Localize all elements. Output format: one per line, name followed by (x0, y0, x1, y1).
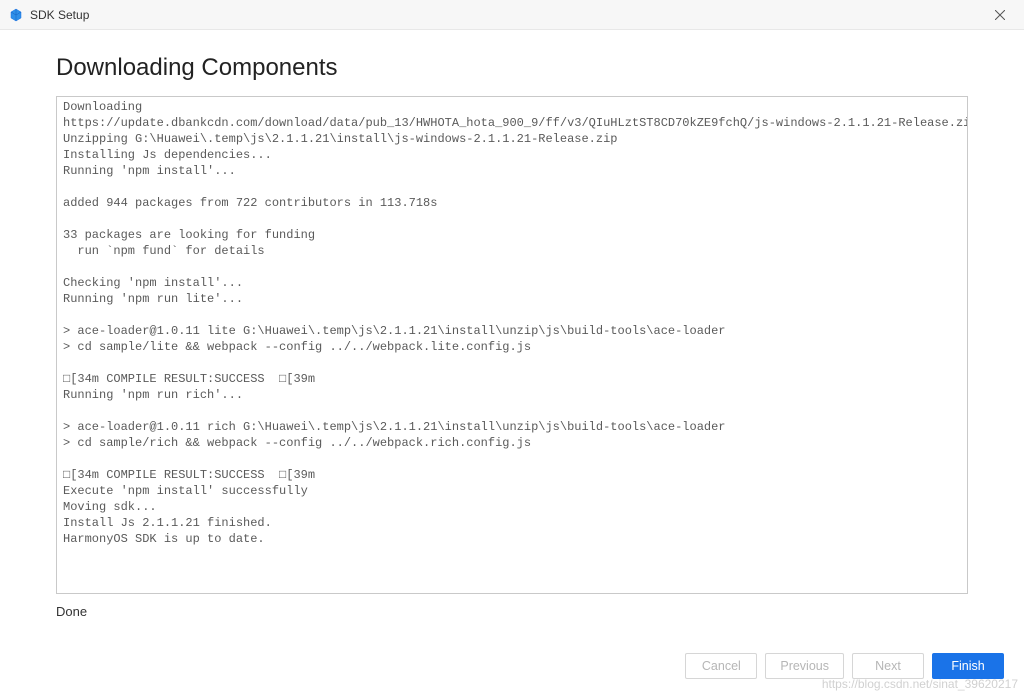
window-title: SDK Setup (30, 8, 984, 22)
cancel-button: Cancel (685, 653, 757, 679)
previous-button: Previous (765, 653, 844, 679)
content-area: Downloading Components Downloading https… (0, 30, 1024, 594)
app-icon (8, 7, 24, 23)
close-icon[interactable] (984, 1, 1016, 29)
watermark: https://blog.csdn.net/sinat_39620217 (822, 677, 1018, 691)
finish-button[interactable]: Finish (932, 653, 1004, 679)
next-button: Next (852, 653, 924, 679)
log-output[interactable]: Downloading https://update.dbankcdn.com/… (56, 96, 968, 594)
titlebar: SDK Setup (0, 0, 1024, 30)
page-title: Downloading Components (56, 54, 968, 82)
button-row: Cancel Previous Next Finish (685, 653, 1004, 679)
status-text: Done (0, 604, 1024, 619)
